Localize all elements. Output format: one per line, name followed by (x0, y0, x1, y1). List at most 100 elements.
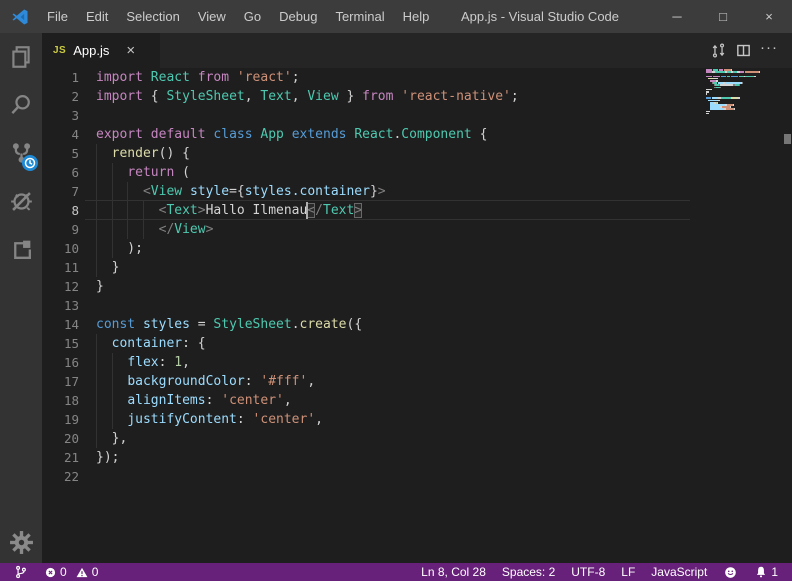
code-token: justifyContent (127, 412, 237, 427)
problems-status[interactable]: 0 0 (40, 563, 102, 581)
code-token: }, (96, 431, 127, 446)
code-token: , (307, 374, 315, 389)
code-line[interactable]: 4export default class App extends React.… (42, 125, 792, 144)
open-changes-icon[interactable] (710, 42, 727, 59)
indent-guide (96, 239, 97, 258)
manage-button[interactable] (0, 530, 42, 555)
menu-go[interactable]: Go (235, 0, 270, 33)
more-actions-icon[interactable]: ··· (760, 39, 778, 62)
code-token: / (315, 203, 323, 218)
line-number: 1 (42, 68, 96, 87)
menu-debug[interactable]: Debug (270, 0, 326, 33)
code-token: styles (143, 317, 190, 332)
indent-guide (127, 182, 128, 201)
activity-bar (0, 33, 42, 563)
code-line[interactable]: 17 backgroundColor: '#fff', (42, 372, 792, 391)
code-line[interactable]: 19 justifyContent: 'center', (42, 410, 792, 429)
code-line[interactable]: 15 container: { (42, 334, 792, 353)
code-line[interactable]: 12} (42, 277, 792, 296)
line-number: 8 (42, 201, 96, 220)
code-line[interactable]: 10 ); (42, 239, 792, 258)
code-line[interactable]: 21}); (42, 448, 792, 467)
code-token: Component (401, 127, 471, 142)
code-line[interactable]: 8 <Text>Hallo Ilmenau</Text> (42, 201, 792, 220)
source-control-status[interactable] (10, 563, 32, 581)
editor-pane[interactable]: 1import React from 'react';2import { Sty… (42, 68, 792, 563)
code-token (182, 184, 190, 199)
feedback-button[interactable] (719, 563, 742, 581)
minimize-button[interactable]: ─ (654, 0, 700, 33)
git-branch-icon (14, 565, 28, 579)
tab-appjs[interactable]: JS App.js × (42, 33, 160, 68)
code-token: () { (159, 146, 190, 161)
language-mode-status[interactable]: JavaScript (647, 563, 711, 581)
menu-help[interactable]: Help (394, 0, 439, 33)
code-token: 'center' (221, 393, 284, 408)
code-line[interactable]: 20 }, (42, 429, 792, 448)
close-window-button[interactable]: × (746, 0, 792, 33)
indent-guide (96, 353, 97, 372)
code-token (143, 127, 151, 142)
notifications-button[interactable]: 1 (750, 563, 782, 581)
code-line[interactable]: 18 alignItems: 'center', (42, 391, 792, 410)
menu-edit[interactable]: Edit (77, 0, 117, 33)
code-token: const (96, 317, 135, 332)
eol-status[interactable]: LF (617, 563, 639, 581)
indent-guide (112, 372, 113, 391)
code-line[interactable]: 3 (42, 106, 792, 125)
scm-sync-badge (22, 155, 38, 171)
code-line[interactable]: 2import { StyleSheet, Text, View } from … (42, 87, 792, 106)
source-control-button[interactable] (0, 129, 42, 177)
minimap[interactable] (706, 69, 763, 117)
search-button[interactable] (0, 81, 42, 129)
extensions-button[interactable] (0, 225, 42, 273)
line-number: 19 (42, 410, 96, 429)
code-token: > (198, 203, 206, 218)
explorer-button[interactable] (0, 33, 42, 81)
indent-guide (112, 163, 113, 182)
code-line[interactable]: 5 render() { (42, 144, 792, 163)
menu-selection[interactable]: Selection (117, 0, 188, 33)
code-token: class (213, 127, 252, 142)
code-token: ; (511, 89, 519, 104)
code-token: }); (96, 450, 119, 465)
close-tab-icon[interactable]: × (126, 43, 135, 58)
code-token: backgroundColor (127, 374, 244, 389)
code-line[interactable]: 7 <View style={styles.container}> (42, 182, 792, 201)
code-line[interactable]: 14const styles = StyleSheet.create({ (42, 315, 792, 334)
code-line[interactable]: 13 (42, 296, 792, 315)
indent-guide (127, 220, 128, 239)
code-line[interactable]: 11 } (42, 258, 792, 277)
menu-file[interactable]: File (38, 0, 77, 33)
indentation-status[interactable]: Spaces: 2 (498, 563, 559, 581)
code-token (190, 70, 198, 85)
errors-count: 0 (60, 565, 67, 579)
code-token: : (159, 355, 175, 370)
debug-button[interactable] (0, 177, 42, 225)
encoding-status[interactable]: UTF-8 (567, 563, 609, 581)
code-line[interactable]: 1import React from 'react'; (42, 68, 792, 87)
code-line[interactable]: 22 (42, 467, 792, 486)
menu-view[interactable]: View (189, 0, 235, 33)
code-line[interactable]: 6 return ( (42, 163, 792, 182)
code-line[interactable]: 16 flex: 1, (42, 353, 792, 372)
code-token (96, 336, 112, 351)
indent-guide (112, 391, 113, 410)
maximize-button[interactable]: □ (700, 0, 746, 33)
code-token: . (292, 317, 300, 332)
code-token: } (96, 279, 104, 294)
extensions-icon (9, 237, 34, 262)
warnings-icon (75, 566, 89, 579)
code-token: ({ (347, 317, 363, 332)
cursor-position-status[interactable]: Ln 8, Col 28 (417, 563, 490, 581)
notifications-count: 1 (771, 565, 778, 579)
code-token: flex (127, 355, 158, 370)
code-token: render (112, 146, 159, 161)
menu-terminal[interactable]: Terminal (326, 0, 393, 33)
bell-icon (754, 565, 768, 579)
code-token: React (354, 127, 393, 142)
line-number: 7 (42, 182, 96, 201)
code-token: , (284, 393, 292, 408)
split-editor-icon[interactable] (735, 42, 752, 59)
code-line[interactable]: 9 </View> (42, 220, 792, 239)
